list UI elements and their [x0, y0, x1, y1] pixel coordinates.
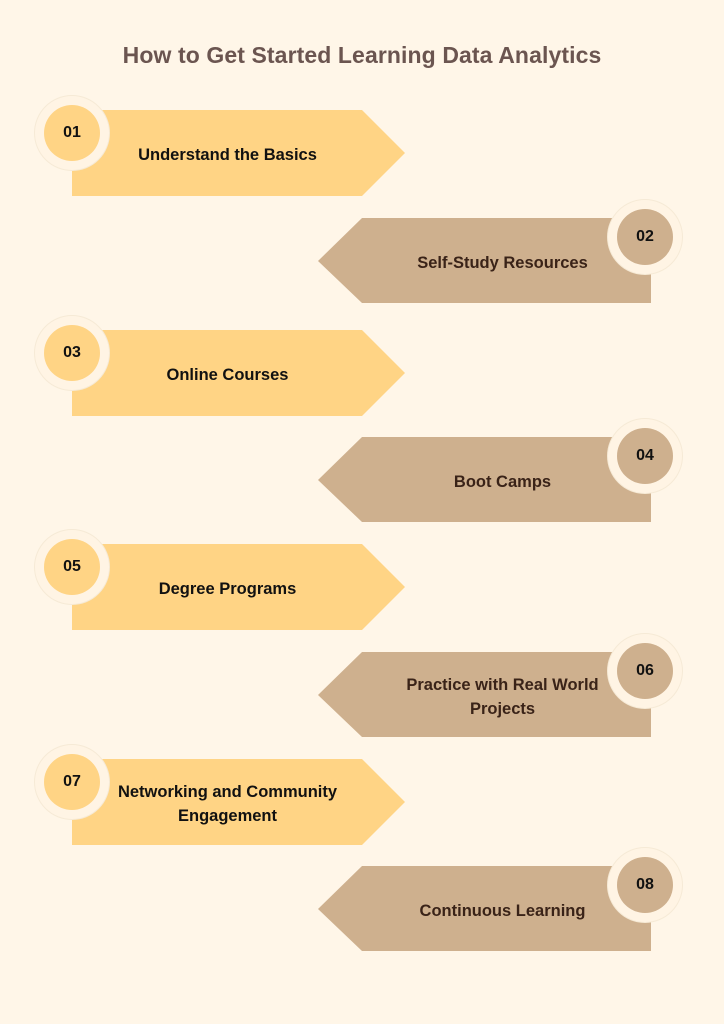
step-6: 06 Practice with Real World Projects: [0, 643, 724, 738]
step-7: 07 Networking and Community Engagement: [0, 754, 724, 845]
step-7-number-badge: 07: [44, 754, 100, 810]
step-1-label: Understand the Basics: [138, 146, 317, 164]
step-5-label: Degree Programs: [158, 580, 297, 598]
step-5: 05 Degree Programs: [0, 539, 724, 630]
step-1-number-badge: 01: [44, 105, 100, 161]
step-3-number-badge: 03: [44, 325, 100, 381]
step-6-number-badge: 06: [617, 643, 673, 699]
step-5-number-badge: 05: [44, 539, 100, 595]
step-8-label: Continuous Learning: [419, 902, 586, 920]
step-7-label: Networking and Community Engagement: [117, 783, 338, 825]
step-3: 03 Online Courses: [0, 325, 724, 416]
step-2-label: Self-Study Resources: [417, 254, 588, 272]
step-4-label: Boot Camps: [453, 473, 552, 491]
step-4: 04 Boot Camps: [0, 428, 724, 523]
step-6-label: Practice with Real World Projects: [406, 676, 599, 718]
step-2: 02 Self-Study Resources: [0, 209, 724, 304]
step-1: 01 Understand the Basics: [0, 105, 724, 196]
infographic-title: How to Get Started Learning Data Analyti…: [122, 42, 602, 68]
step-8: 08 Continuous Learning: [0, 857, 724, 952]
step-3-label: Online Courses: [166, 366, 289, 384]
